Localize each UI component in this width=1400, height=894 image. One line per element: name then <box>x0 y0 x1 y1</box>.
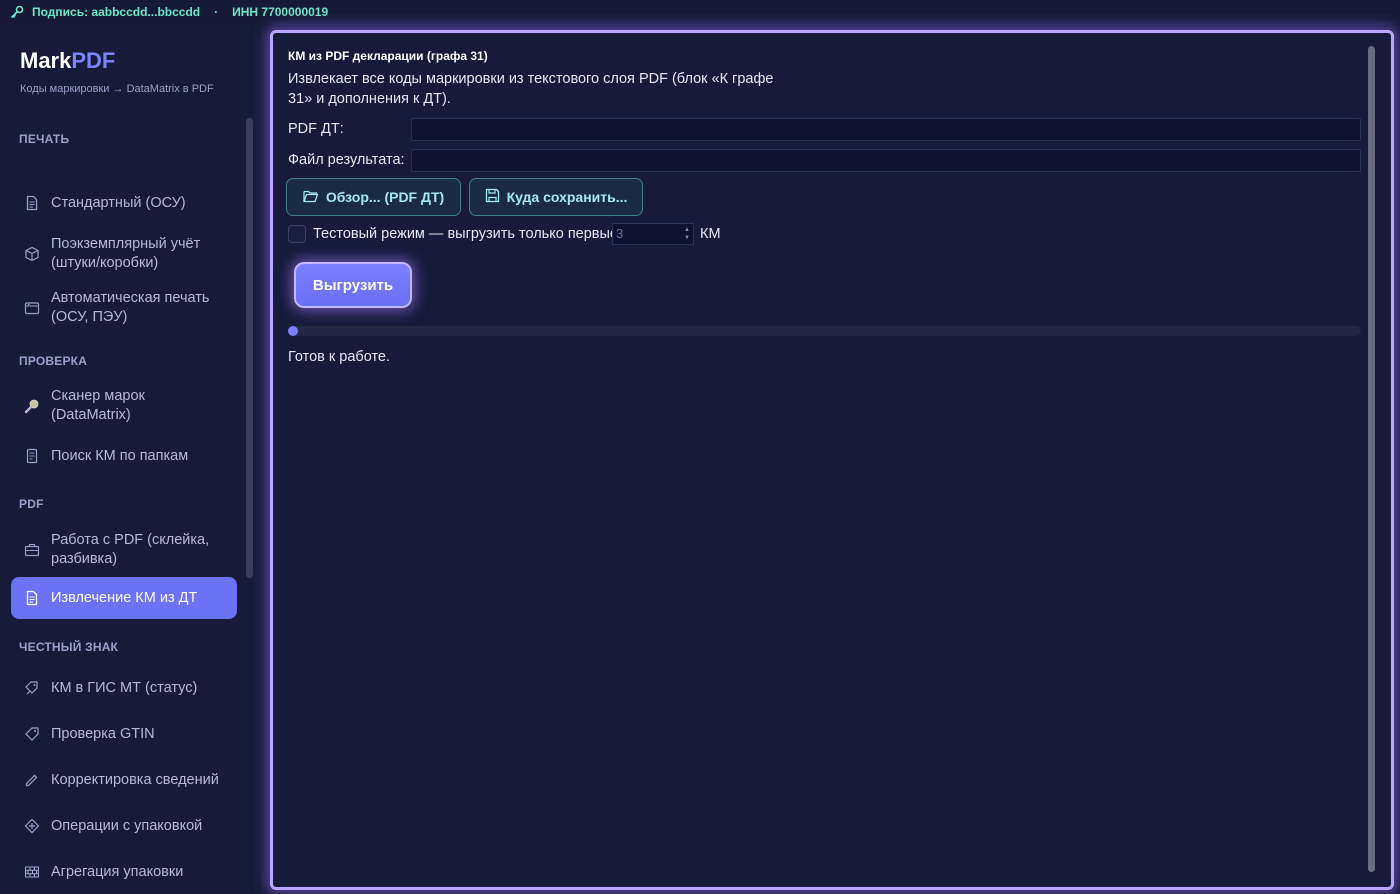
inn-text: ИНН 7700000019 <box>232 5 329 19</box>
section-pdf: PDF <box>19 497 44 511</box>
result-label: Файл результата: <box>288 152 405 168</box>
package-ops-icon <box>23 817 41 835</box>
sidebar-item-label: Работа с PDF (склейка, разбивка) <box>51 532 210 567</box>
pdf-path-input[interactable] <box>411 118 1361 141</box>
separator: · <box>214 5 219 19</box>
panel-title: КМ из PDF декларации (графа 31) <box>288 49 488 63</box>
spin-arrows-icon[interactable]: ▲ ▼ <box>683 226 691 242</box>
pdf-label: PDF ДТ: <box>288 121 344 137</box>
status-bar: Подпись: aabbccdd...bbccdd · ИНН 7700000… <box>0 0 1400 24</box>
section-check: ПРОВЕРКА <box>19 354 88 368</box>
folder-open-icon <box>303 189 319 206</box>
tag-icon <box>23 725 41 743</box>
sidebar-item-label: Корректировка сведений <box>51 771 219 788</box>
pencil-icon <box>23 771 41 789</box>
sidebar-item-standard[interactable]: Стандартный (ОСУ) <box>11 182 237 224</box>
browse-pdf-label: Обзор... (PDF ДТ) <box>325 189 445 205</box>
sidebar-item-label: Сканер марок (DataMatrix) <box>51 388 145 423</box>
test-mode-checkbox[interactable] <box>288 225 306 243</box>
sidebar-item-label: Проверка GTIN <box>51 725 155 742</box>
box-icon <box>23 245 41 263</box>
sidebar-item-label: Автоматическая печать (ОСУ, ПЭУ) <box>51 290 210 325</box>
browse-pdf-button[interactable]: Обзор... (PDF ДТ) <box>286 178 461 216</box>
main-scrollbar[interactable] <box>1368 46 1375 872</box>
sidebar: MarkPDF Коды маркировки → DataMatrix в P… <box>0 24 258 894</box>
main-panel: КМ из PDF декларации (графа 31) Извлекае… <box>276 36 1388 884</box>
sidebar-item-package-ops[interactable]: Операции с упаковкой <box>11 805 237 847</box>
sidebar-item-label: Извлечение КМ из ДТ <box>51 589 198 606</box>
bricks-icon <box>23 863 41 881</box>
sidebar-item-label: Поиск КМ по папкам <box>51 447 189 464</box>
test-count-value: 3 <box>616 226 624 241</box>
brand-name-part1: Mark <box>20 48 72 73</box>
save-location-button[interactable]: Куда сохранить... <box>469 178 643 216</box>
sidebar-item-folder-search[interactable]: Поиск КМ по папкам <box>11 435 237 477</box>
document-icon <box>23 194 41 212</box>
sidebar-item-aggregation[interactable]: Агрегация упаковки <box>11 851 237 893</box>
panel-description: Извлекает все коды маркировки из текстов… <box>288 71 774 107</box>
tags-icon <box>23 679 41 697</box>
progress-fill <box>288 326 298 336</box>
sidebar-item-label: Агрегация упаковки <box>51 863 184 880</box>
status-text: Готов к работе. <box>288 349 391 365</box>
briefcase-icon <box>23 541 41 559</box>
brand-subtitle: Коды маркировки → DataMatrix в PDF <box>20 83 214 95</box>
signature-text: Подпись: aabbccdd...bbccdd <box>32 5 201 19</box>
sidebar-item-per-unit[interactable]: Поэкземплярный учёт (штуки/коробки) <box>11 228 237 280</box>
section-chestny-znak: ЧЕСТНЫЙ ЗНАК <box>19 640 119 654</box>
result-path-input[interactable] <box>411 149 1361 172</box>
file-list-icon <box>23 447 41 465</box>
sidebar-item-auto-print[interactable]: Автоматическая печать (ОСУ, ПЭУ) <box>11 282 237 334</box>
key-icon <box>10 5 24 19</box>
sidebar-item-label: Поэкземплярный учёт (штуки/коробки) <box>51 236 201 271</box>
sidebar-item-label: Стандартный (ОСУ) <box>51 194 186 211</box>
test-mode-label: Тестовый режим — выгрузить только первые <box>313 226 618 242</box>
brand-name-part2: PDF <box>71 48 116 73</box>
magnifier-icon <box>23 397 41 415</box>
sidebar-item-correction[interactable]: Корректировка сведений <box>11 759 237 801</box>
section-print: ПЕЧАТЬ <box>19 132 70 146</box>
sidebar-item-pdf-tools[interactable]: Работа с PDF (склейка, разбивка) <box>11 524 237 576</box>
test-count-unit: КМ <box>700 226 721 242</box>
export-button[interactable]: Выгрузить <box>294 262 412 308</box>
brand-logo: MarkPDF <box>20 48 115 74</box>
sidebar-item-gtin[interactable]: Проверка GTIN <box>11 713 237 755</box>
window-icon <box>23 299 41 317</box>
progress-bar <box>288 326 1361 336</box>
sidebar-item-gis-mt[interactable]: КМ в ГИС МТ (статус) <box>11 667 237 709</box>
sidebar-item-scanner[interactable]: Сканер марок (DataMatrix) <box>11 380 237 432</box>
test-count-spinbox[interactable]: 3 ▲ ▼ <box>612 223 694 245</box>
sidebar-item-extract-km[interactable]: Извлечение КМ из ДТ <box>11 577 237 619</box>
floppy-disk-icon <box>485 188 500 206</box>
document-extract-icon <box>23 589 41 607</box>
sidebar-item-label: Операции с упаковкой <box>51 817 203 834</box>
sidebar-item-label: КМ в ГИС МТ (статус) <box>51 679 198 696</box>
sidebar-scrollbar[interactable] <box>246 118 253 578</box>
save-location-label: Куда сохранить... <box>506 189 628 205</box>
